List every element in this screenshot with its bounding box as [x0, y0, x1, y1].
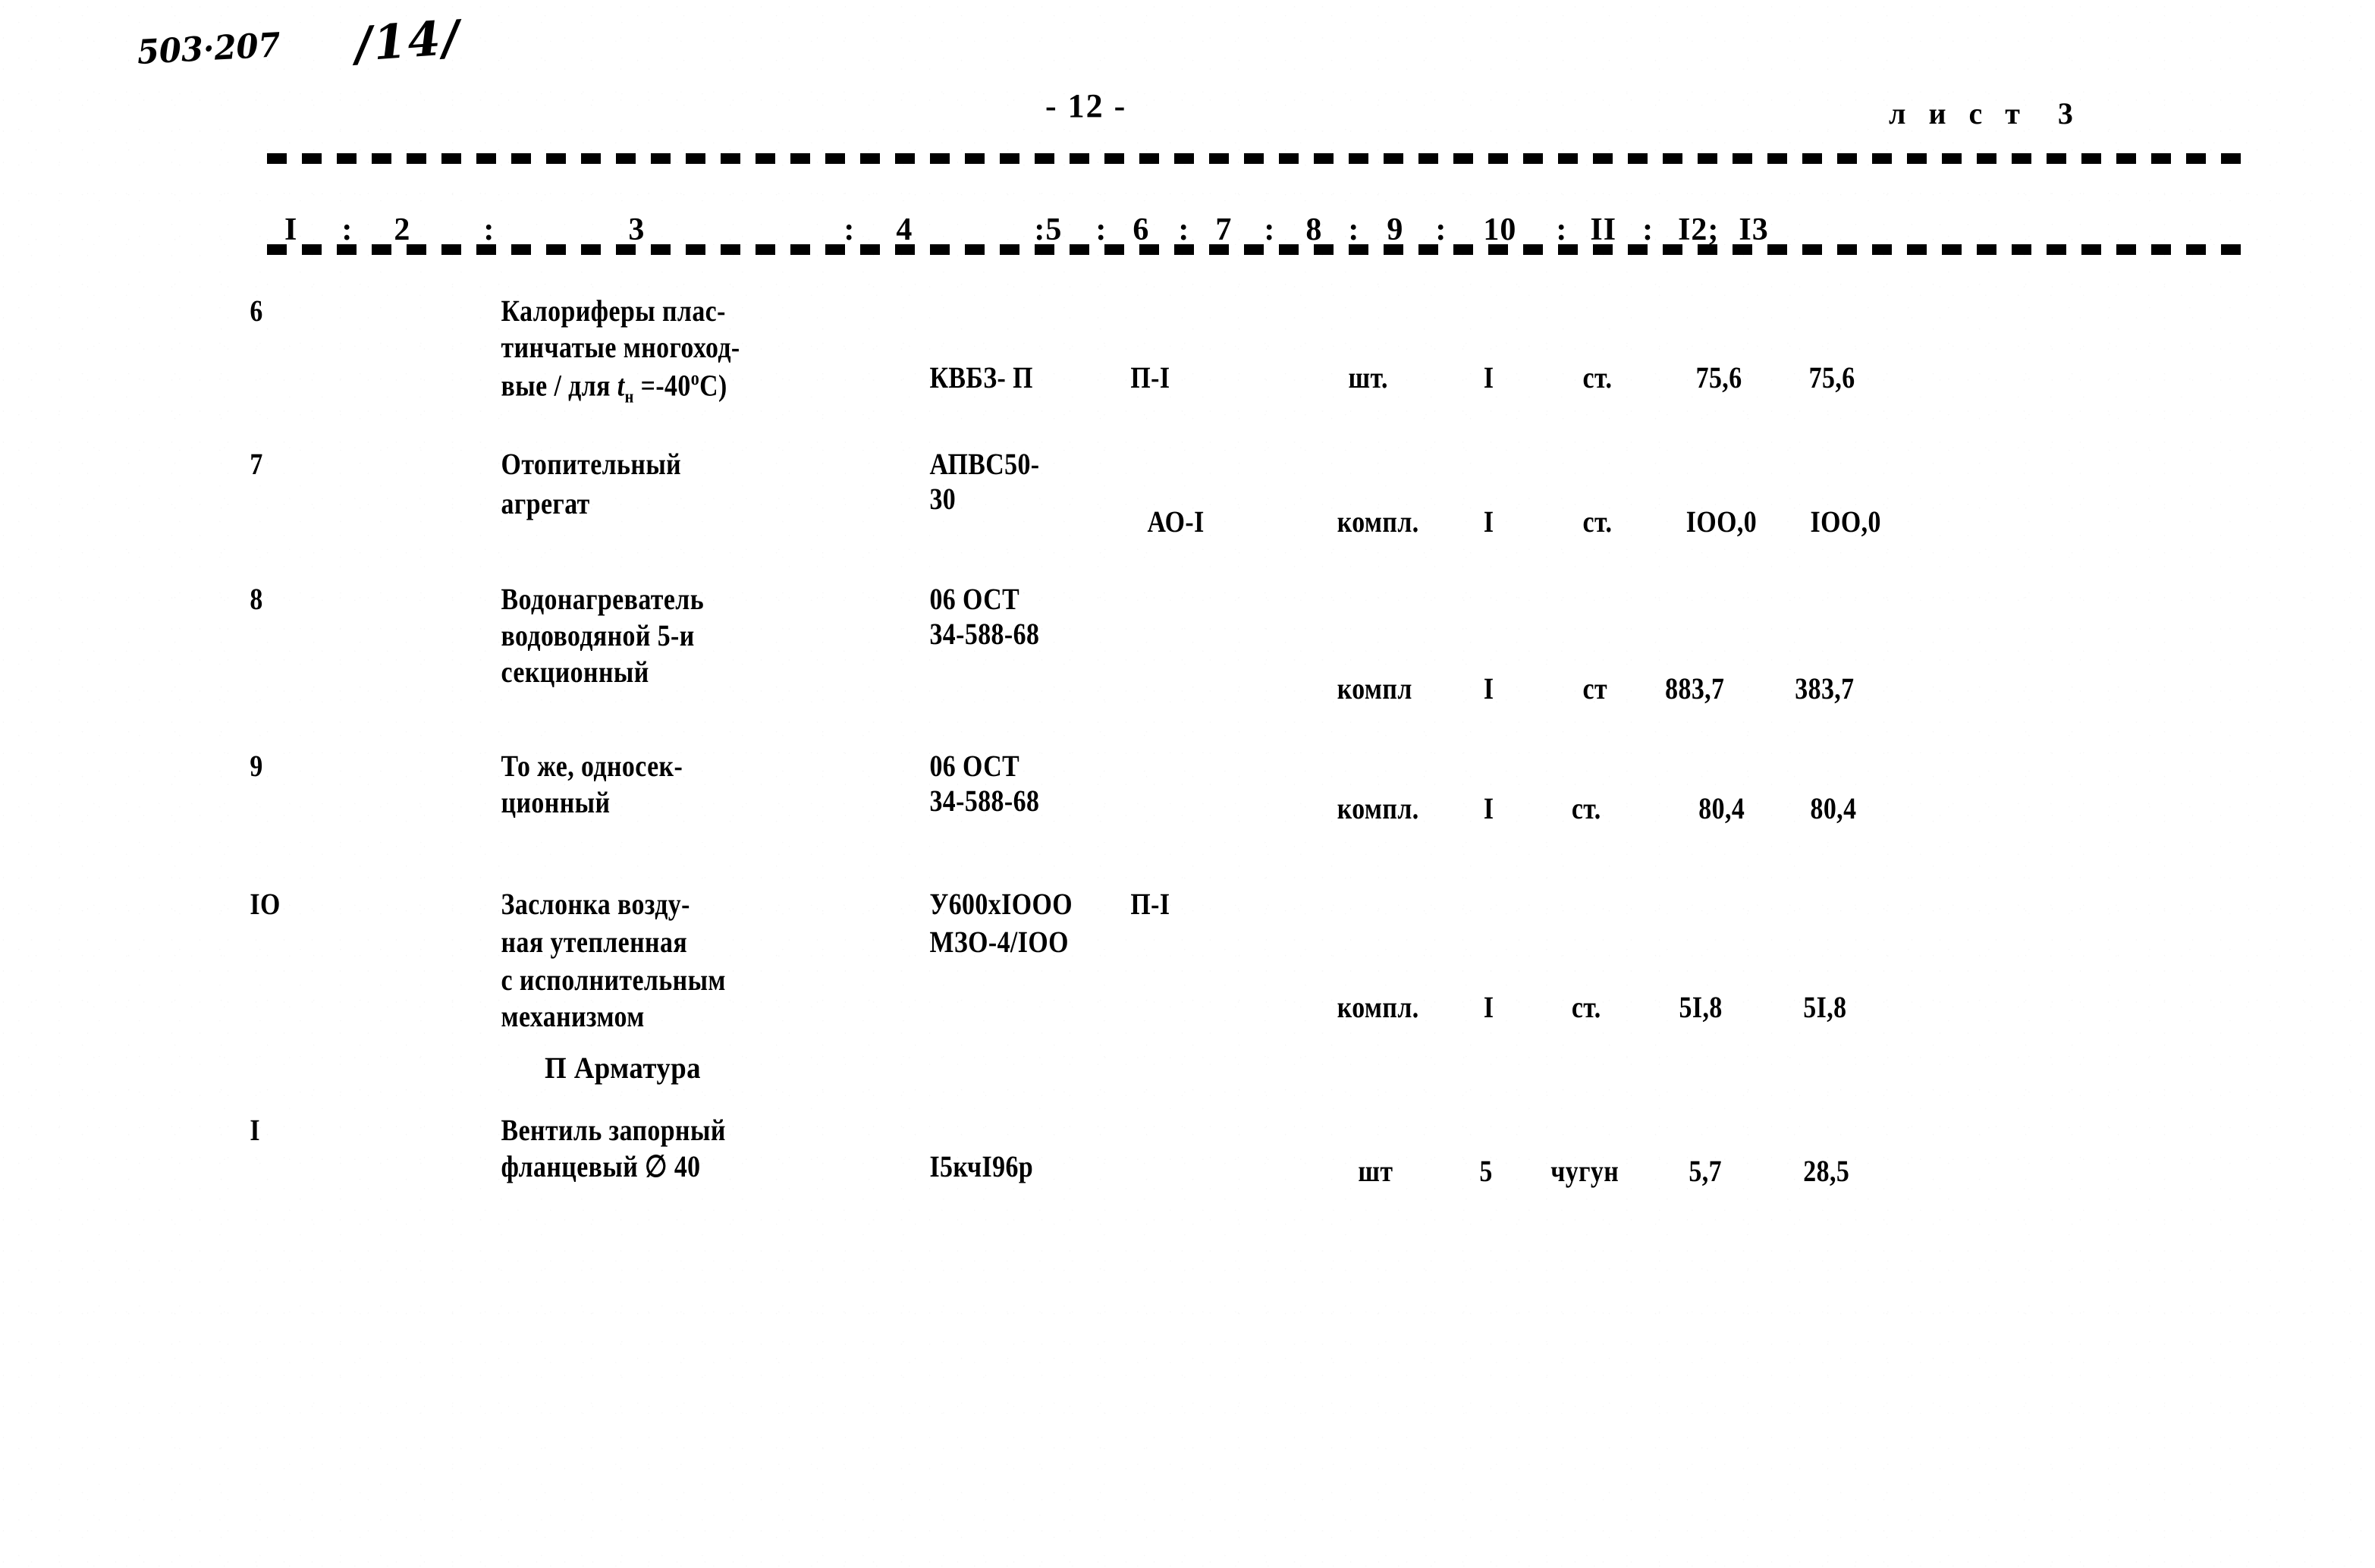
column-header-10: 10: [1483, 212, 1517, 247]
row-name-line: То же, односек-: [501, 749, 683, 783]
row-type-line: 06 ОСТ: [929, 582, 1020, 616]
row-unit: шт: [1358, 1154, 1393, 1188]
row-name-line: с исполнительным: [501, 963, 726, 997]
handwritten-folio-annotation: /14/: [353, 9, 463, 72]
row-mass-total: 80,4: [1810, 791, 1857, 825]
row-type-line: У600хIOOO: [929, 887, 1073, 921]
row-mark: П-I: [1130, 887, 1170, 921]
table-row: I Вентиль запорный фланцевый ∅ 40 I5кчI9…: [0, 0, 1849, 1186]
column-header-12: I2;: [1678, 212, 1720, 247]
row-mass-unit: 75,6: [1695, 360, 1742, 394]
row-type-line: КВБЗ- П: [929, 360, 1033, 394]
column-header-5: :5: [1034, 212, 1063, 247]
row-mass-total: 5I,8: [1803, 990, 1847, 1024]
header-colon-9: :: [1435, 212, 1447, 247]
header-colon-1: :: [341, 212, 353, 247]
row-position-number: 9: [250, 749, 263, 783]
row-mark: П-I: [1130, 360, 1170, 394]
header-colon-6: :: [1178, 212, 1190, 247]
column-header-row: I:2:3:4:5:6:7:8:9:10: II: I2; I3: [267, 182, 1769, 246]
column-header-2: 2: [394, 212, 411, 247]
row-name-line-with-temp: вые / для tн =-40oC): [501, 367, 727, 407]
row-name-line: механизмом: [501, 999, 645, 1033]
column-header-3: 3: [628, 212, 646, 247]
row-material: чугун: [1550, 1154, 1619, 1188]
header-colon-8: :: [1348, 212, 1360, 247]
row-unit: шт.: [1348, 360, 1388, 394]
row-name-line: агрегат: [501, 486, 590, 520]
column-header-6: 6: [1133, 212, 1150, 247]
row-name-line: ционный: [501, 785, 611, 819]
row-name-line: Отопительный: [501, 447, 682, 481]
row-unit: компл.: [1337, 504, 1419, 539]
row-quantity: I: [1483, 990, 1494, 1024]
column-header-9: 9: [1387, 212, 1404, 247]
row-name-line: Калориферы плас-: [501, 294, 726, 328]
row-position-number: 6: [250, 294, 263, 328]
row-quantity: I: [1483, 791, 1494, 825]
row-mass-unit: 5I,8: [1679, 990, 1723, 1024]
header-colon-5: :: [1095, 212, 1107, 247]
row-name-line: Заслонка возду-: [501, 887, 690, 921]
header-colon-11: :: [1642, 212, 1654, 247]
row-type-line: МЗО-4/IOO: [929, 925, 1069, 959]
row-mass-unit: 883,7: [1665, 671, 1725, 705]
row-name-line: водоводяной 5-и: [501, 618, 695, 652]
column-header-7: 7: [1215, 212, 1233, 247]
table-top-rule: [267, 153, 2248, 164]
row-mass-unit: 5,7: [1689, 1154, 1722, 1188]
row-name-line: Вентиль запорный: [501, 1113, 726, 1147]
row-mark: АО-I: [1147, 504, 1205, 539]
row-position-number: I: [250, 1113, 260, 1147]
row-type-line: АПВС50-: [929, 447, 1040, 481]
row-type-line: 34-588-68: [929, 784, 1040, 818]
row-quantity: I: [1483, 504, 1494, 539]
column-header-11: II: [1590, 212, 1617, 247]
row-position-number: IO: [250, 887, 281, 921]
sheet-label: л и с т 3: [1889, 96, 2081, 130]
row-name-line: фланцевый ∅ 40: [501, 1149, 701, 1183]
row-mass-unit: 80,4: [1698, 791, 1745, 825]
row-type-line: 30: [929, 482, 957, 516]
header-colon-3: :: [844, 212, 856, 247]
row-name-line: секционный: [501, 655, 649, 689]
row-material: ст.: [1582, 360, 1613, 394]
row-mass-unit: IOO,0: [1685, 504, 1758, 539]
header-colon-10: :: [1556, 212, 1568, 247]
row-unit: компл: [1337, 671, 1412, 705]
row-position-number: 7: [250, 447, 263, 481]
row-type-line: 06 ОСТ: [929, 749, 1020, 783]
row-mass-total: IOO,0: [1810, 504, 1881, 539]
row-quantity: I: [1483, 360, 1494, 394]
row-mass-total: 383,7: [1795, 671, 1855, 705]
column-header-1: I: [284, 212, 298, 247]
column-header-8: 8: [1305, 212, 1323, 247]
row-mass-total: 28,5: [1803, 1154, 1850, 1188]
row-quantity: 5: [1479, 1154, 1493, 1188]
table-header-rule: [267, 244, 2248, 255]
row-type-line: 34-588-68: [929, 617, 1040, 651]
row-material: ст.: [1571, 791, 1601, 825]
row-name-line: ная утепленная: [501, 925, 688, 959]
row-unit: компл.: [1337, 990, 1419, 1024]
row-material: ст.: [1571, 990, 1601, 1024]
row-position-number: 8: [250, 582, 263, 616]
row-quantity: I: [1483, 671, 1494, 705]
row-unit: компл.: [1337, 791, 1419, 825]
row-name-line: Водонагреватель: [501, 582, 705, 616]
page-number: - 12 -: [1045, 87, 1127, 124]
row-mass-total: 75,6: [1808, 360, 1855, 394]
column-header-4: 4: [896, 212, 913, 247]
section-heading-armature: П Арматура: [545, 1051, 702, 1085]
row-material: ст.: [1582, 504, 1613, 539]
header-colon-7: :: [1264, 212, 1276, 247]
handwritten-code-annotation: 503·207: [136, 26, 281, 72]
column-header-13: I3: [1739, 212, 1769, 247]
header-colon-2: :: [483, 212, 495, 247]
row-name-line: тинчатые многоход-: [501, 330, 740, 364]
row-type-line: I5кчI96р: [929, 1149, 1034, 1183]
row-material: ст: [1582, 671, 1608, 705]
